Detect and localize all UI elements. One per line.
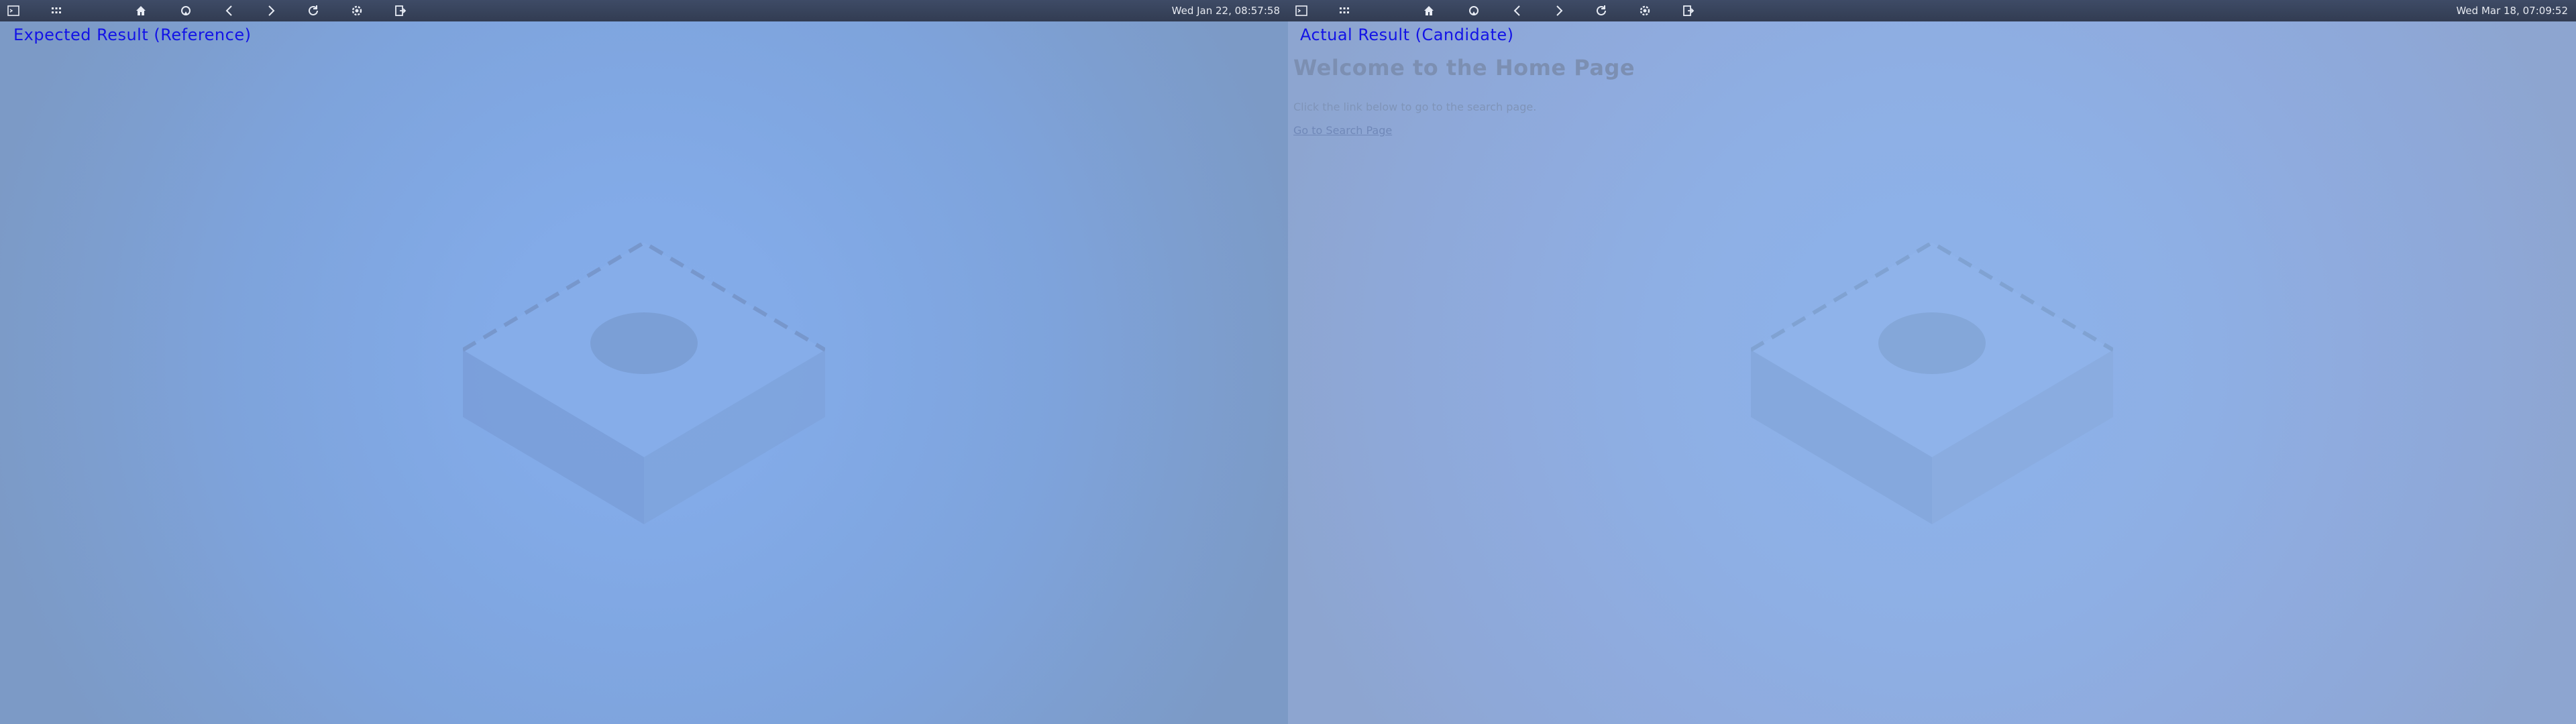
- home-icon[interactable]: [1421, 3, 1437, 19]
- logout-icon[interactable]: [392, 3, 409, 19]
- reload-icon[interactable]: [305, 3, 321, 19]
- candidate-panel: Welcome to the Home Page Click the link …: [1288, 0, 2576, 724]
- apps-icon[interactable]: [48, 3, 64, 19]
- terminal-icon[interactable]: [1293, 3, 1309, 19]
- desktop-logo-icon: [1751, 243, 2113, 524]
- page-heading: Welcome to the Home Page: [1293, 55, 1635, 80]
- logout-icon[interactable]: [1680, 3, 1697, 19]
- desktop-logo-icon: [463, 243, 825, 524]
- search-page-link[interactable]: Go to Search Page: [1293, 124, 1392, 137]
- reference-panel: Wed Jan 22, 08:57:58 Expected Result (Re…: [0, 0, 1288, 724]
- panel-caption: Actual Result (Candidate): [1300, 25, 1514, 44]
- apps-icon[interactable]: [1336, 3, 1352, 19]
- forward-icon[interactable]: [263, 3, 279, 19]
- back-icon[interactable]: [1509, 3, 1525, 19]
- taskbar: Wed Jan 22, 08:57:58: [0, 0, 1288, 21]
- forward-icon[interactable]: [1551, 3, 1567, 19]
- taskbar: Wed Mar 18, 07:09:52: [1288, 0, 2576, 21]
- page-description: Click the link below to go to the search…: [1293, 101, 1537, 113]
- rocket-icon[interactable]: [178, 3, 194, 19]
- rocket-icon[interactable]: [1466, 3, 1482, 19]
- panel-caption: Expected Result (Reference): [13, 25, 252, 44]
- settings-icon[interactable]: [1637, 3, 1653, 19]
- reload-icon[interactable]: [1593, 3, 1609, 19]
- taskbar-clock: Wed Mar 18, 07:09:52: [2456, 5, 2568, 17]
- desktop-background: Welcome to the Home Page Click the link …: [1288, 21, 2576, 724]
- desktop-background: [0, 21, 1288, 724]
- taskbar-clock: Wed Jan 22, 08:57:58: [1171, 5, 1280, 17]
- settings-icon[interactable]: [349, 3, 365, 19]
- back-icon[interactable]: [221, 3, 237, 19]
- home-icon[interactable]: [133, 3, 149, 19]
- terminal-icon[interactable]: [5, 3, 21, 19]
- home-page: Welcome to the Home Page Click the link …: [1293, 55, 1635, 137]
